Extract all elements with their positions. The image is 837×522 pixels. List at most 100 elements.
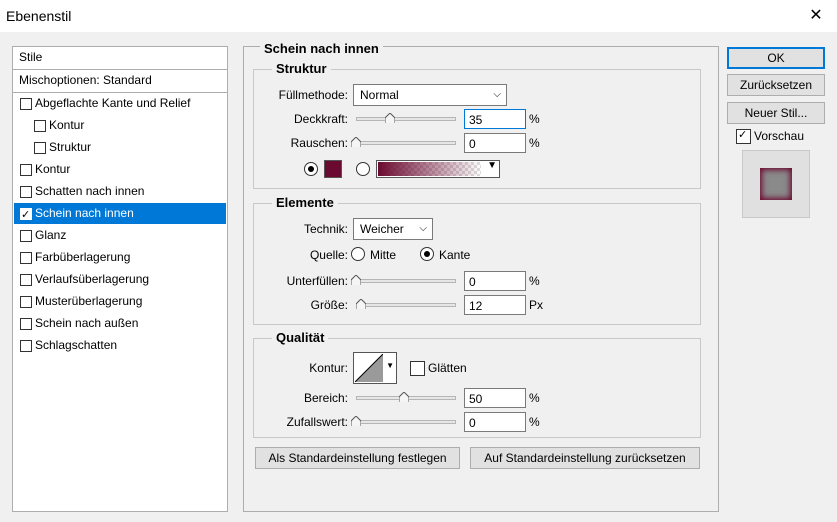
blend-mode-value: Normal bbox=[360, 88, 399, 102]
choke-slider-thumb[interactable] bbox=[351, 275, 361, 285]
contour-preview-icon bbox=[355, 354, 383, 382]
elements-title: Elemente bbox=[272, 195, 338, 210]
technique-dropdown[interactable]: Weicher ⌵ bbox=[353, 218, 433, 240]
jitter-unit: % bbox=[529, 415, 540, 429]
style-list-item[interactable]: ✓ Schein nach innen bbox=[14, 203, 226, 224]
size-slider-thumb[interactable] bbox=[355, 299, 366, 309]
check-icon: ✓ bbox=[738, 129, 748, 141]
jitter-value: 0 bbox=[469, 416, 476, 430]
structure-title: Struktur bbox=[272, 61, 331, 76]
noise-slider-thumb[interactable] bbox=[351, 137, 361, 147]
contour-dropdown-icon[interactable]: ▼ bbox=[386, 361, 394, 370]
opacity-slider-track[interactable] bbox=[356, 117, 456, 121]
noise-slider-track[interactable] bbox=[356, 141, 456, 145]
style-checkbox[interactable]: ✓ bbox=[20, 208, 32, 221]
style-checkbox[interactable] bbox=[34, 142, 46, 154]
source-center-radio[interactable] bbox=[351, 247, 365, 261]
gradient-mode-radio[interactable] bbox=[356, 162, 370, 176]
style-list-label: Struktur bbox=[49, 140, 92, 154]
ok-button[interactable]: OK bbox=[727, 47, 825, 69]
styles-list: Abgeflachte Kante und Relief Kontur Strukt… bbox=[12, 92, 228, 512]
preview-square bbox=[760, 168, 792, 200]
style-list-item[interactable]: Schatten nach innen bbox=[14, 181, 226, 202]
range-slider-thumb[interactable] bbox=[399, 392, 409, 402]
style-list-label: Glanz bbox=[35, 228, 67, 242]
color-mode-radio[interactable] bbox=[304, 162, 318, 176]
style-checkbox[interactable] bbox=[20, 318, 32, 330]
opacity-value: 35 bbox=[469, 113, 483, 127]
opacity-input[interactable]: 35 bbox=[464, 109, 526, 129]
antialias-checkbox[interactable] bbox=[410, 361, 425, 376]
style-checkbox[interactable] bbox=[20, 252, 32, 264]
style-checkbox[interactable] bbox=[20, 230, 32, 242]
check-icon: ✓ bbox=[21, 209, 31, 221]
style-list-item[interactable]: Glanz bbox=[14, 225, 226, 246]
chevron-down-icon: ⌵ bbox=[493, 89, 501, 100]
style-list-item[interactable]: Kontur bbox=[14, 159, 226, 180]
style-checkbox[interactable] bbox=[20, 186, 32, 198]
jitter-input[interactable]: 0 bbox=[464, 412, 526, 432]
source-edge-radio[interactable] bbox=[420, 247, 434, 261]
style-list-label: Abgeflachte Kante und Relief bbox=[35, 96, 191, 110]
chevron-down-icon: ⌵ bbox=[419, 223, 427, 234]
quality-title: Qualität bbox=[272, 330, 329, 345]
styles-header[interactable]: Stile bbox=[12, 46, 228, 70]
range-unit: % bbox=[529, 391, 540, 405]
style-checkbox[interactable] bbox=[20, 340, 32, 352]
style-checkbox[interactable] bbox=[34, 120, 46, 132]
style-list-label: Schein nach innen bbox=[35, 206, 134, 220]
source-edge-label: Kante bbox=[439, 248, 471, 262]
style-list-item[interactable]: Farbüberlagerung bbox=[14, 247, 226, 268]
style-list-label: Musterüberlagerung bbox=[35, 294, 143, 308]
size-unit: Px bbox=[529, 298, 544, 312]
jitter-slider-thumb[interactable] bbox=[351, 416, 361, 426]
style-list-item[interactable]: Schlagschatten bbox=[14, 335, 226, 356]
jitter-label: Zufallswert: bbox=[286, 415, 348, 429]
choke-slider-track[interactable] bbox=[356, 279, 456, 283]
style-list-item[interactable]: Musterüberlagerung bbox=[14, 291, 226, 312]
style-checkbox[interactable] bbox=[20, 296, 32, 308]
range-input[interactable]: 50 bbox=[464, 388, 526, 408]
style-list-item[interactable]: Kontur bbox=[14, 115, 226, 136]
opacity-slider-thumb[interactable] bbox=[384, 113, 395, 123]
reset-default-button[interactable]: Auf Standardeinstellung zurücksetzen bbox=[470, 447, 700, 469]
style-checkbox[interactable] bbox=[20, 274, 32, 286]
size-input[interactable]: 12 bbox=[464, 295, 526, 315]
contour-label: Kontur: bbox=[309, 361, 348, 375]
preview-checkbox[interactable]: ✓ bbox=[736, 129, 751, 144]
size-value: 12 bbox=[469, 299, 483, 313]
new-style-button[interactable]: Neuer Stil... bbox=[727, 102, 825, 124]
style-checkbox[interactable] bbox=[20, 98, 32, 110]
blend-mode-dropdown[interactable]: Normal ⌵ bbox=[353, 84, 507, 106]
glow-color-swatch[interactable] bbox=[324, 160, 342, 178]
noise-value: 0 bbox=[469, 137, 476, 151]
gradient-picker[interactable]: ▼ bbox=[376, 160, 500, 178]
noise-unit: % bbox=[529, 136, 540, 150]
preview-label: Vorschau bbox=[754, 129, 805, 143]
gradient-dropdown-icon[interactable]: ▼ bbox=[487, 160, 497, 171]
opacity-label: Deckkraft: bbox=[293, 112, 348, 126]
size-slider-track[interactable] bbox=[356, 303, 456, 307]
close-icon[interactable]: ✕ bbox=[806, 6, 826, 26]
jitter-slider-track[interactable] bbox=[356, 420, 456, 424]
blend-options-item[interactable]: Mischoptionen: Standard bbox=[12, 69, 228, 93]
title-bar bbox=[0, 0, 837, 32]
style-list-item[interactable]: Abgeflachte Kante und Relief bbox=[14, 93, 226, 114]
style-list-label: Kontur bbox=[35, 162, 71, 176]
style-list-item[interactable]: Struktur bbox=[14, 137, 226, 158]
reset-button[interactable]: Zurücksetzen bbox=[727, 74, 825, 96]
style-list-label: Farbüberlagerung bbox=[35, 250, 131, 264]
range-label: Bereich: bbox=[303, 391, 348, 405]
choke-input[interactable]: 0 bbox=[464, 271, 526, 291]
style-list-item[interactable]: Verlaufsüberlagerung bbox=[14, 269, 226, 290]
style-checkbox[interactable] bbox=[20, 164, 32, 176]
inner-glow-title: Schein nach innen bbox=[260, 41, 383, 56]
style-list-label: Kontur bbox=[49, 118, 85, 132]
make-default-button[interactable]: Als Standardeinstellung festlegen bbox=[255, 447, 460, 469]
noise-input[interactable]: 0 bbox=[464, 133, 526, 153]
contour-picker[interactable]: ▼ bbox=[353, 352, 397, 384]
choke-label: Unterfüllen: bbox=[286, 274, 348, 288]
noise-label: Rauschen: bbox=[290, 136, 348, 150]
style-list-item[interactable]: Schein nach außen bbox=[14, 313, 226, 334]
style-list-label: Schatten nach innen bbox=[35, 184, 145, 198]
